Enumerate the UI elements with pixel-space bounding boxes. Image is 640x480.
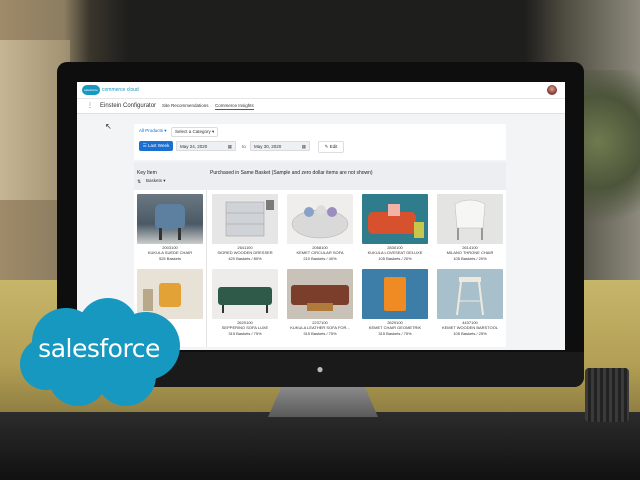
- product-name: MILANO THRONE CHAIR: [446, 250, 494, 255]
- sort-label: Baskets: [146, 178, 163, 183]
- to-label: to: [242, 144, 246, 149]
- tab-site-recommendations[interactable]: Site Recommendations: [162, 103, 209, 108]
- end-date-value: May 30, 2020: [254, 144, 282, 149]
- last-week-label: Last Week: [148, 143, 170, 148]
- app-launcher-icon[interactable]: ⋮: [87, 103, 93, 109]
- product-card[interactable]: 2068100 KEMET CIRCULAR SOFA 210 Baskets …: [287, 194, 353, 266]
- product-name: KEMET CIRCULAR SOFA: [296, 250, 344, 255]
- end-date-input[interactable]: May 30, 2020 ▦: [250, 141, 310, 151]
- product-stat: 315 Baskets / 75%: [303, 331, 337, 336]
- tab-commerce-insights[interactable]: Commerce Insights: [215, 103, 254, 110]
- results-card: Key Item ⇅ Baskets ▾ Purchased in Same B…: [134, 162, 506, 347]
- product-name: SIGRED WOODEN DRESSER: [217, 250, 273, 255]
- start-date-value: May 24, 2020: [180, 144, 208, 149]
- barstool-image: [437, 269, 503, 319]
- product-stat: 525 Baskets: [158, 256, 181, 261]
- desk: [0, 412, 640, 480]
- products-dropdown-label: All Products: [139, 128, 164, 133]
- products-dropdown[interactable]: All Products ▾: [139, 128, 167, 134]
- calendar-icon[interactable]: ▦: [228, 142, 232, 152]
- avatar[interactable]: [547, 85, 557, 95]
- calendar-icon[interactable]: ▦: [302, 142, 306, 152]
- product-card[interactable]: 2830100 KUKULA LOVESEAT DELUXE 105 Baske…: [362, 194, 428, 266]
- edit-label: Edit: [329, 144, 338, 149]
- sort-dropdown[interactable]: Baskets ▾: [146, 178, 166, 184]
- product-name: KUKULA SUEDE CHAIR: [147, 250, 193, 255]
- top-header: salesforce commerce cloud: [77, 82, 565, 99]
- apple-icon: ●: [316, 362, 324, 376]
- product-name: KEMET WOODEN BARSTOOL: [441, 325, 499, 330]
- product-card[interactable]: 4437100 KEMET WOODEN BARSTOOL 105 Basket…: [437, 269, 503, 341]
- product-card[interactable]: 2629100 KEMET CHAIR GEOMETRIK 315 Basket…: [362, 269, 428, 341]
- product-card[interactable]: 2620100 SEPPERINO SOFA LUXE 315 Baskets …: [212, 269, 278, 341]
- product-name: SEPPERINO SOFA LUXE: [221, 325, 269, 330]
- key-item-header: Key Item: [137, 170, 157, 176]
- key-item-card[interactable]: 2003100 KUKULA SUEDE CHAIR 525 Baskets: [137, 194, 203, 266]
- category-dropdown[interactable]: Select a Category ▾: [171, 127, 219, 137]
- product-name: KUKULA LOVESEAT DELUXE: [367, 250, 423, 255]
- sort-icon[interactable]: ⇅: [137, 179, 141, 185]
- product-name: KEMET CHAIR GEOMETRIK: [368, 325, 422, 330]
- product-stat: 210 Baskets / 40%: [303, 256, 337, 261]
- brand-subtitle: commerce cloud: [102, 87, 139, 93]
- purchased-header: Purchased in Same Basket (Sample and zer…: [210, 170, 373, 176]
- product-card[interactable]: 2614100 MILANO THRONE CHAIR 105 Baskets …: [437, 194, 503, 266]
- filter-card: All Products ▾ Select a Category ▾ ☰ Las…: [134, 124, 506, 160]
- salesforce-logo: salesforce: [16, 294, 186, 410]
- blue-chair-image: [137, 194, 203, 244]
- product-stat: 105 Baskets / 20%: [453, 256, 487, 261]
- mouse-cursor-icon: ↖: [105, 122, 112, 131]
- white-chair-image: [437, 194, 503, 244]
- app-name: Einstein Configurator: [100, 103, 157, 109]
- category-dropdown-label: Select a Category: [175, 129, 211, 134]
- product-name: KUKULA LEATHER SOFA FOR...: [290, 325, 350, 330]
- start-date-input[interactable]: May 24, 2020 ▦: [176, 141, 236, 151]
- leather-sofa-image: [287, 269, 353, 319]
- product-stat: 105 Baskets / 20%: [378, 256, 412, 261]
- last-week-button[interactable]: ☰ Last Week: [139, 141, 173, 151]
- orange-loveseat-image: [362, 194, 428, 244]
- orange-chair-image: [362, 269, 428, 319]
- product-stat: 105 Baskets / 25%: [453, 331, 487, 336]
- product-card[interactable]: 2237100 KUKULA LEATHER SOFA FOR... 315 B…: [287, 269, 353, 341]
- product-stat: 420 Baskets / 80%: [228, 256, 262, 261]
- product-stat: 315 Baskets / 75%: [378, 331, 412, 336]
- pen-cup: [585, 368, 629, 422]
- edit-button[interactable]: ✎ Edit: [318, 141, 344, 153]
- salesforce-mini-logo[interactable]: salesforce: [82, 85, 100, 95]
- plant: [580, 70, 640, 250]
- results-header: Key Item ⇅ Baskets ▾ Purchased in Same B…: [134, 162, 506, 190]
- navbar: ⋮ Einstein Configurator Site Recommendat…: [77, 99, 565, 114]
- round-sofa-image: [287, 194, 353, 244]
- column-divider: [206, 190, 207, 347]
- product-card[interactable]: 2641100 SIGRED WOODEN DRESSER 420 Basket…: [212, 194, 278, 266]
- monitor-stand: [268, 387, 378, 417]
- green-sofa-image: [212, 269, 278, 319]
- dresser-image: [212, 194, 278, 244]
- salesforce-logo-text: salesforce: [38, 334, 160, 363]
- product-stat: 315 Baskets / 75%: [228, 331, 262, 336]
